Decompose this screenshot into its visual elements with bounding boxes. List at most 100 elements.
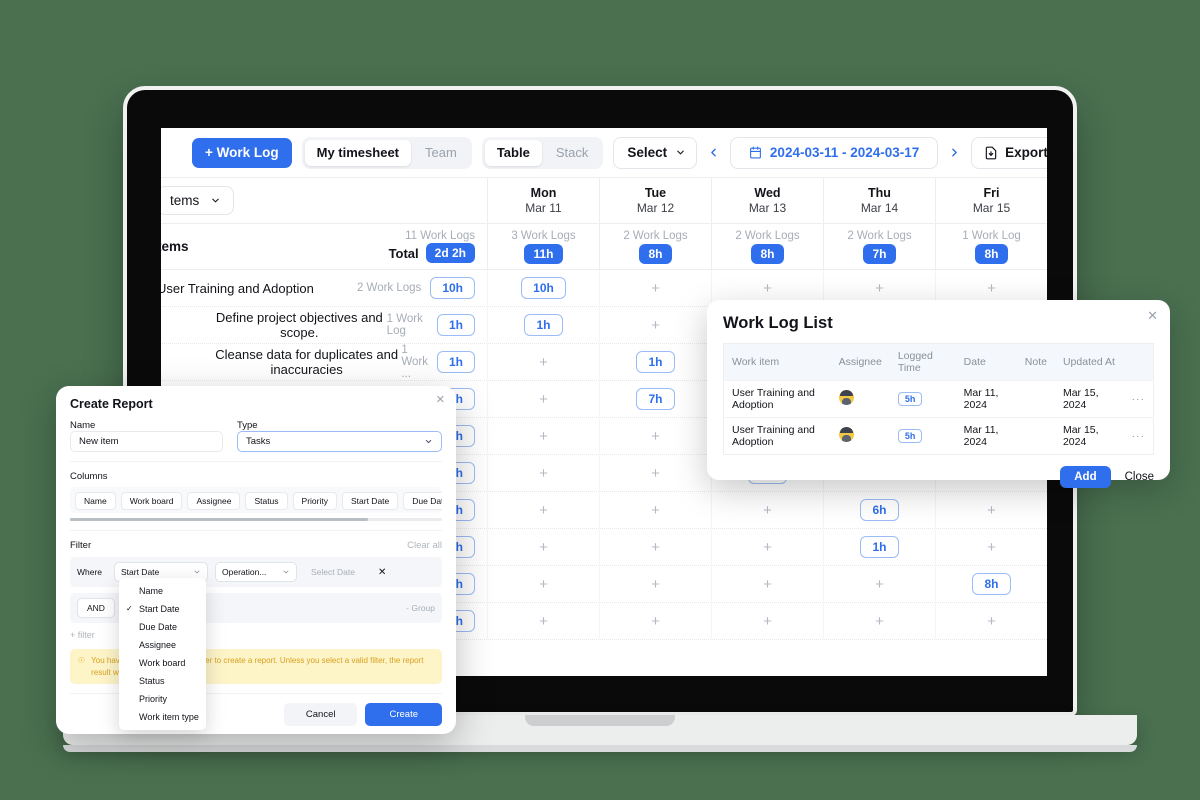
- grid-cell[interactable]: 1h: [599, 344, 711, 380]
- row-menu-button[interactable]: ···: [1123, 380, 1154, 418]
- column-chip[interactable]: Priority: [292, 492, 337, 510]
- column-chip[interactable]: Due Date: [403, 492, 442, 510]
- grid-cell[interactable]: +: [599, 418, 711, 454]
- grid-cell[interactable]: 1h: [823, 529, 935, 565]
- add-entry-icon[interactable]: +: [987, 613, 996, 630]
- grid-cell[interactable]: +: [711, 566, 823, 602]
- add-entry-icon[interactable]: +: [651, 465, 660, 482]
- date-range-picker[interactable]: 2024-03-11 - 2024-03-17: [730, 136, 939, 169]
- add-entry-icon[interactable]: +: [651, 317, 660, 334]
- tab-my-timesheet[interactable]: My timesheet: [304, 139, 412, 166]
- add-entry-icon[interactable]: +: [651, 539, 660, 556]
- more-options-icon[interactable]: ···: [1131, 430, 1145, 442]
- column-chip[interactable]: Work board: [120, 492, 183, 510]
- cell-hours-chip[interactable]: 10h: [521, 277, 566, 299]
- add-entry-icon[interactable]: +: [539, 576, 548, 593]
- row-total-chip[interactable]: 10h: [430, 277, 475, 299]
- grid-cell[interactable]: +: [823, 603, 935, 639]
- columns-scrollbar[interactable]: [70, 518, 442, 521]
- menu-item-priority[interactable]: Priority: [119, 690, 206, 708]
- grid-cell[interactable]: 1h: [487, 307, 599, 343]
- add-entry-icon[interactable]: +: [539, 502, 548, 519]
- next-week-button[interactable]: [948, 138, 961, 168]
- group-button[interactable]: - Group: [406, 603, 435, 613]
- add-entry-icon[interactable]: +: [539, 613, 548, 630]
- cancel-button[interactable]: Cancel: [283, 703, 358, 727]
- grid-cell[interactable]: +: [487, 418, 599, 454]
- items-filter-dropdown[interactable]: tems: [161, 186, 235, 215]
- column-chip[interactable]: Assignee: [187, 492, 241, 510]
- cell-hours-chip[interactable]: 1h: [524, 314, 563, 336]
- add-entry-icon[interactable]: +: [651, 280, 660, 297]
- logged-time-chip[interactable]: 5h: [897, 392, 923, 406]
- add-work-log-button[interactable]: + Work Log: [192, 137, 292, 168]
- grid-cell[interactable]: +: [599, 307, 711, 343]
- grid-cell[interactable]: +: [823, 566, 935, 602]
- add-entry-icon[interactable]: +: [875, 576, 884, 593]
- table-row[interactable]: User Training and Adoption 5h Mar 11, 2024…: [723, 380, 1154, 418]
- grid-cell[interactable]: +: [711, 603, 823, 639]
- select-dropdown[interactable]: Select: [613, 136, 698, 169]
- column-chip[interactable]: Start Date: [342, 492, 399, 510]
- remove-filter-icon[interactable]: ✕: [375, 567, 389, 578]
- filter-date-input[interactable]: Select Date: [304, 562, 368, 582]
- grid-cell[interactable]: +: [487, 381, 599, 417]
- grid-cell[interactable]: +: [487, 603, 599, 639]
- menu-item-name[interactable]: Name: [119, 582, 206, 600]
- grid-cell[interactable]: +: [711, 492, 823, 528]
- cell-hours-chip[interactable]: 7h: [636, 388, 675, 410]
- cell-hours-chip[interactable]: 8h: [972, 573, 1011, 595]
- add-entry-icon[interactable]: +: [539, 539, 548, 556]
- grid-cell[interactable]: +: [935, 529, 1047, 565]
- tab-table[interactable]: Table: [484, 139, 542, 166]
- menu-item-work-board[interactable]: Work board: [119, 654, 206, 672]
- add-filter-button[interactable]: + filter: [70, 630, 95, 640]
- add-entry-icon[interactable]: +: [539, 428, 548, 445]
- add-entry-icon[interactable]: +: [763, 613, 772, 630]
- grid-cell[interactable]: +: [599, 566, 711, 602]
- grid-cell[interactable]: +: [935, 492, 1047, 528]
- report-name-input[interactable]: [70, 431, 223, 452]
- more-options-icon[interactable]: ···: [1131, 393, 1145, 405]
- menu-item-due-date[interactable]: Due Date: [119, 618, 206, 636]
- add-entry-icon[interactable]: +: [763, 280, 772, 297]
- grid-cell[interactable]: +: [599, 455, 711, 491]
- create-button[interactable]: Create: [365, 703, 442, 727]
- add-entry-icon[interactable]: +: [875, 280, 884, 297]
- grid-cell[interactable]: +: [487, 492, 599, 528]
- previous-week-button[interactable]: [707, 138, 720, 168]
- grid-cell[interactable]: +: [935, 603, 1047, 639]
- add-entry-icon[interactable]: +: [763, 502, 772, 519]
- add-button[interactable]: Add: [1060, 466, 1111, 488]
- menu-item-start-date[interactable]: ✓ Start Date: [119, 600, 206, 618]
- cell-hours-chip[interactable]: 6h: [860, 499, 899, 521]
- add-entry-icon[interactable]: +: [539, 354, 548, 371]
- grid-cell[interactable]: +: [487, 529, 599, 565]
- menu-item-work-item-type[interactable]: Work item type: [119, 708, 206, 726]
- add-entry-icon[interactable]: +: [763, 539, 772, 556]
- and-operator-button[interactable]: AND: [77, 598, 115, 618]
- report-type-select[interactable]: Tasks: [237, 431, 442, 452]
- filter-operation-select[interactable]: Operation...: [215, 562, 297, 582]
- column-chip[interactable]: Status: [245, 492, 288, 510]
- grid-cell[interactable]: +: [487, 344, 599, 380]
- cell-hours-chip[interactable]: 1h: [636, 351, 675, 373]
- add-entry-icon[interactable]: +: [651, 576, 660, 593]
- grid-cell[interactable]: +: [599, 492, 711, 528]
- add-entry-icon[interactable]: +: [539, 465, 548, 482]
- add-entry-icon[interactable]: +: [539, 391, 548, 408]
- close-button[interactable]: Close: [1125, 471, 1154, 483]
- add-entry-icon[interactable]: +: [763, 576, 772, 593]
- menu-item-status[interactable]: Status: [119, 672, 206, 690]
- menu-item-assignee[interactable]: Assignee: [119, 636, 206, 654]
- cell-hours-chip[interactable]: 1h: [860, 536, 899, 558]
- close-icon[interactable]: ✕: [436, 393, 445, 406]
- grid-cell[interactable]: +: [599, 603, 711, 639]
- clear-all-button[interactable]: Clear all: [407, 540, 442, 551]
- column-chip[interactable]: Name: [75, 492, 116, 510]
- grid-cell[interactable]: 6h: [823, 492, 935, 528]
- grid-cell[interactable]: 8h: [935, 566, 1047, 602]
- add-entry-icon[interactable]: +: [987, 502, 996, 519]
- grid-cell[interactable]: +: [487, 566, 599, 602]
- close-icon[interactable]: ✕: [1147, 308, 1158, 324]
